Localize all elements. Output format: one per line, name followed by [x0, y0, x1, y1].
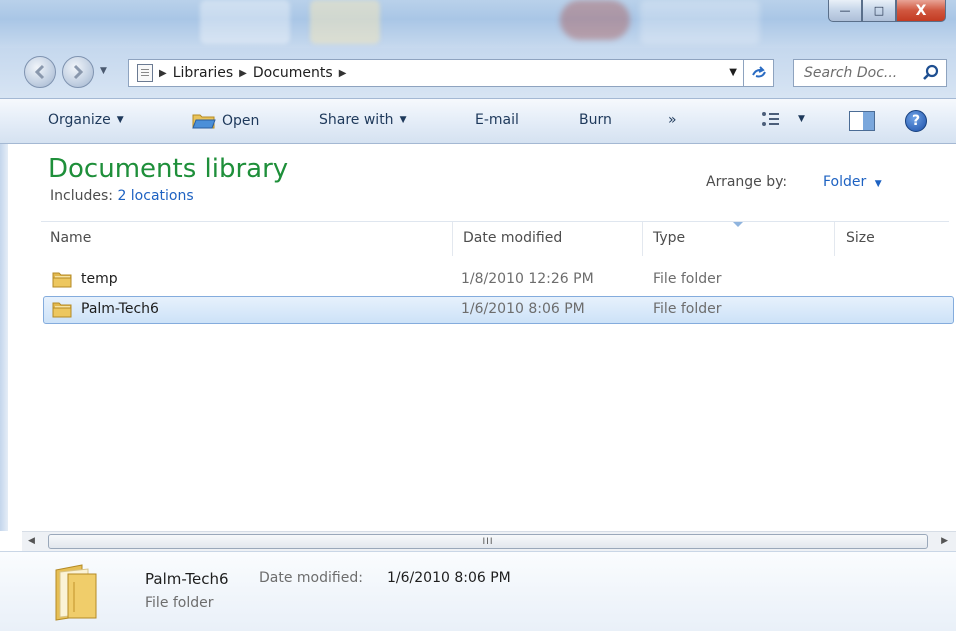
address-history-chevron-down-icon[interactable]: ▼	[729, 67, 737, 78]
details-file-name: Palm-Tech6	[145, 570, 229, 588]
column-header-name[interactable]: Name	[50, 230, 91, 254]
navigation-pane-edge	[0, 144, 8, 531]
arrange-by-label: Arrange by:	[706, 174, 788, 190]
background-blur	[560, 0, 630, 40]
horizontal-scrollbar[interactable]: ◀ III ▶	[22, 531, 956, 551]
breadcrumb-chevron-icon[interactable]: ▶	[339, 68, 347, 79]
organize-button[interactable]: Organize ▼	[48, 112, 124, 128]
column-separator[interactable]	[834, 222, 835, 256]
maximize-button[interactable]: □	[862, 0, 896, 22]
background-blur	[640, 0, 760, 44]
close-icon: X	[915, 2, 927, 19]
file-list-pane[interactable]: Documents library Includes: 2 locations …	[0, 144, 956, 531]
breadcrumb-libraries[interactable]: Libraries	[173, 65, 233, 81]
column-separator[interactable]	[642, 222, 643, 256]
back-arrow-icon	[34, 64, 45, 80]
minimize-button[interactable]: —	[828, 0, 862, 22]
column-separator[interactable]	[452, 222, 453, 256]
breadcrumb-chevron-icon[interactable]: ▶	[159, 68, 167, 79]
window-titlebar[interactable]: — □ X	[0, 0, 956, 48]
back-button[interactable]	[24, 56, 56, 88]
folder-icon	[52, 272, 72, 288]
chevron-down-icon: ▼	[798, 114, 805, 124]
more-commands-button[interactable]: »	[668, 112, 677, 128]
email-button[interactable]: E-mail	[475, 112, 519, 128]
share-with-label: Share with	[319, 112, 394, 128]
scroll-right-icon[interactable]: ▶	[941, 536, 948, 546]
table-row-selected[interactable]: Palm-Tech6 1/6/2010 8:06 PM File folder	[43, 296, 954, 324]
arrange-by-dropdown[interactable]: Folder ▼	[823, 174, 882, 190]
file-type: File folder	[653, 271, 722, 287]
details-pane: Palm-Tech6 Date modified: 1/6/2010 8:06 …	[0, 551, 956, 631]
header-divider	[41, 221, 949, 222]
open-label: Open	[222, 113, 260, 129]
scrollbar-grip: III	[482, 536, 494, 547]
library-title: Documents library	[48, 154, 289, 184]
burn-button[interactable]: Burn	[579, 112, 612, 128]
table-row[interactable]: temp 1/8/2010 12:26 PM File folder	[43, 266, 954, 294]
sort-indicator-icon	[733, 222, 743, 227]
search-icon[interactable]	[922, 64, 940, 82]
address-bar[interactable]: ▶ Libraries ▶ Documents ▶ ▼	[128, 59, 774, 87]
details-date-label: Date modified:	[259, 570, 363, 586]
library-includes: Includes: 2 locations	[50, 188, 194, 204]
search-box[interactable]	[793, 59, 947, 87]
file-name: temp	[81, 271, 118, 287]
command-bar: Organize ▼ Open Share with ▼ E-mail Burn…	[0, 98, 956, 144]
navigation-bar: ▼ ▶ Libraries ▶ Documents ▶ ▼	[0, 48, 956, 98]
file-date: 1/8/2010 12:26 PM	[461, 271, 594, 287]
scrollbar-thumb[interactable]: III	[48, 534, 928, 549]
breadcrumb-chevron-icon[interactable]: ▶	[239, 68, 247, 79]
recent-pages-chevron-down-icon[interactable]: ▼	[100, 66, 107, 76]
background-blur	[310, 0, 380, 44]
column-header-date[interactable]: Date modified	[463, 230, 562, 254]
chevron-down-icon: ▼	[116, 115, 124, 125]
window-controls: — □ X	[828, 0, 946, 22]
minimize-icon: —	[839, 4, 851, 17]
search-input[interactable]	[804, 65, 922, 81]
arrange-by-value: Folder	[823, 174, 867, 190]
details-file-type: File folder	[145, 595, 214, 611]
refresh-icon	[751, 66, 766, 78]
open-button[interactable]: Open	[192, 112, 259, 130]
burn-label: Burn	[579, 112, 612, 128]
forward-button[interactable]	[62, 56, 94, 88]
includes-label: Includes:	[50, 188, 113, 204]
document-library-icon	[137, 64, 153, 82]
maximize-icon: □	[873, 4, 885, 17]
close-button[interactable]: X	[896, 0, 946, 22]
refresh-button[interactable]	[743, 59, 773, 87]
change-view-button[interactable]: ▼	[762, 112, 805, 126]
column-header-type[interactable]: Type	[653, 230, 685, 254]
scroll-left-icon[interactable]: ◀	[28, 536, 35, 546]
email-label: E-mail	[475, 112, 519, 128]
help-icon[interactable]: ?	[905, 110, 927, 132]
column-header-size[interactable]: Size	[846, 230, 875, 254]
file-type: File folder	[653, 301, 722, 317]
preview-pane-icon[interactable]	[849, 111, 875, 131]
file-name: Palm-Tech6	[81, 301, 159, 317]
chevron-down-icon: ▼	[399, 115, 407, 125]
forward-arrow-icon	[73, 64, 84, 80]
organize-label: Organize	[48, 112, 111, 128]
breadcrumb-documents[interactable]: Documents	[253, 65, 333, 81]
more-commands-icon: »	[668, 112, 677, 128]
chevron-down-icon: ▼	[874, 179, 882, 189]
details-view-icon	[762, 112, 780, 126]
share-with-button[interactable]: Share with ▼	[319, 112, 406, 128]
background-blur	[200, 0, 290, 44]
details-date-value: 1/6/2010 8:06 PM	[387, 570, 511, 586]
large-folder-icon	[55, 564, 97, 621]
file-date: 1/6/2010 8:06 PM	[461, 301, 585, 317]
folder-icon	[52, 302, 72, 318]
locations-link[interactable]: 2 locations	[117, 188, 193, 204]
open-folder-icon	[192, 114, 216, 129]
